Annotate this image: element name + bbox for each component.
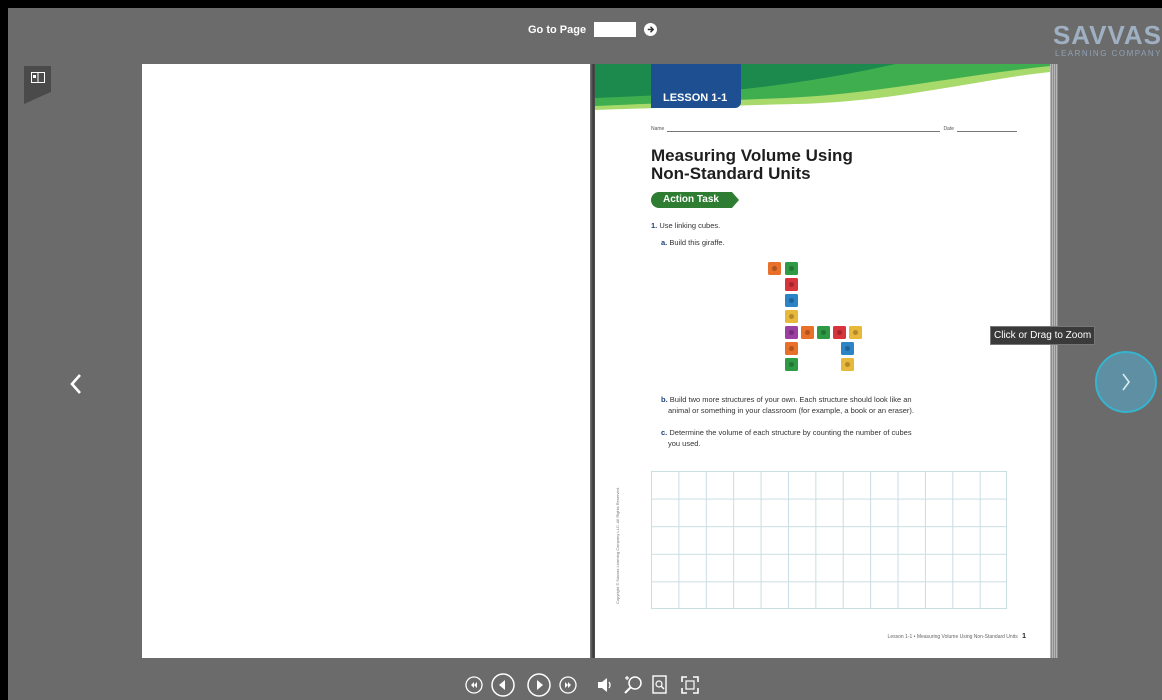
left-page[interactable] — [142, 64, 592, 658]
page-number: 1 — [1022, 633, 1026, 640]
question-1a: a. Build this giraffe. — [661, 237, 725, 248]
question-1c-text-2: you used. — [668, 439, 701, 448]
cube — [785, 278, 798, 291]
question-1a-text: Build this giraffe. — [669, 238, 725, 247]
date-label: Date — [943, 126, 954, 132]
brand-name: SAVVAS — [1052, 20, 1162, 50]
book-panel-icon[interactable] — [24, 66, 51, 104]
previous-page-icon[interactable] — [490, 672, 516, 698]
go-to-page: Go to Page — [528, 22, 658, 37]
first-page-icon[interactable] — [464, 675, 484, 695]
page-edge — [1050, 64, 1058, 658]
cube — [801, 326, 814, 339]
play-icon[interactable] — [526, 672, 552, 698]
cube — [768, 262, 781, 275]
question-1-text: Use linking cubes. — [659, 221, 721, 230]
go-to-page-input[interactable] — [594, 22, 637, 37]
cube — [841, 342, 854, 355]
question-1b-letter: b. — [661, 395, 668, 404]
title-line-2: Non-Standard Units — [651, 164, 811, 183]
book-viewer: Go to Page SAVVAS LEARNING COMPANY LESSO… — [8, 8, 1162, 700]
cube — [785, 294, 798, 307]
page-view-icon[interactable] — [650, 674, 670, 696]
question-1a-letter: a. — [661, 238, 668, 247]
volume-icon[interactable] — [596, 677, 616, 693]
copyright-notice: Copyright © Savvas Learning Company LLC.… — [615, 486, 620, 604]
answer-grid — [651, 471, 1007, 609]
cube — [785, 310, 798, 323]
name-date-line: Name Date — [651, 126, 1017, 132]
name-label: Name — [651, 126, 665, 132]
brand-subtitle: LEARNING COMPANY — [1055, 49, 1162, 58]
question-1c-letter: c. — [661, 428, 668, 437]
zoom-tooltip: Click or Drag to Zoom — [990, 326, 1096, 345]
cube — [833, 326, 846, 339]
cube — [785, 342, 798, 355]
question-1b-text-1: Build two more structures of your own. E… — [669, 395, 912, 404]
page-footer: Lesson 1-1 • Measuring Volume Using Non-… — [888, 633, 1026, 640]
cube — [817, 326, 830, 339]
question-1c: c. Determine the volume of each structur… — [661, 427, 912, 449]
lesson-title: Measuring Volume Using Non-Standard Unit… — [651, 147, 853, 183]
cube — [785, 262, 798, 275]
action-task-badge: Action Task — [651, 192, 739, 208]
name-line — [667, 128, 941, 132]
question-1c-text-1: Determine the volume of each structure b… — [669, 428, 912, 437]
fullscreen-icon[interactable] — [680, 675, 700, 695]
chevron-left-icon[interactable] — [64, 370, 88, 398]
question-1-number: 1. — [651, 221, 658, 230]
chevron-right-icon[interactable] — [1095, 351, 1157, 413]
right-page[interactable]: LESSON 1-1 Name Date Measuring Volume Us… — [595, 64, 1050, 658]
date-line — [957, 128, 1017, 132]
cube — [849, 326, 862, 339]
title-line-1: Measuring Volume Using — [651, 146, 853, 165]
question-1b-text-2: animal or something in your classroom (f… — [668, 406, 914, 415]
savvas-logo: SAVVAS LEARNING COMPANY — [1053, 22, 1162, 58]
cube — [785, 326, 798, 339]
cube — [841, 358, 854, 371]
footer-text: Lesson 1-1 • Measuring Volume Using Non-… — [887, 634, 1018, 640]
question-1b: b. Build two more structures of your own… — [661, 394, 914, 416]
zoom-icon[interactable] — [622, 674, 644, 696]
lesson-tab: LESSON 1-1 — [651, 64, 741, 108]
go-to-page-label: Go to Page — [528, 23, 587, 36]
go-arrow-icon[interactable] — [644, 23, 658, 36]
last-page-icon[interactable] — [558, 675, 578, 695]
cube — [785, 358, 798, 371]
bottom-toolbar — [464, 672, 700, 698]
question-1: 1. Use linking cubes. — [651, 220, 720, 231]
